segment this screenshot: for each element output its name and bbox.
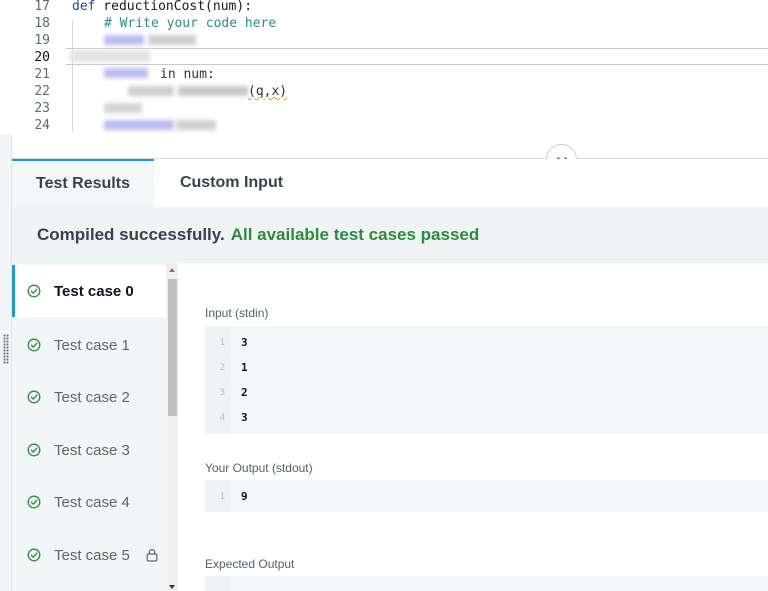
line-number: 20	[34, 50, 50, 65]
blurred-code	[148, 35, 196, 45]
resize-strip[interactable]	[0, 134, 12, 591]
line-number: 3	[219, 387, 225, 398]
test-case-item[interactable]: Test case 5	[12, 529, 166, 581]
case-list-scrollbar[interactable]	[166, 263, 178, 591]
input-value: 3	[241, 336, 248, 349]
line-number: 18	[34, 16, 50, 31]
expected-output-label: Expected Output	[205, 557, 295, 571]
blurred-code	[104, 120, 174, 130]
line-number: 4	[219, 412, 225, 423]
check-circle-icon	[27, 495, 41, 509]
test-case-label: Test case 5	[54, 546, 130, 564]
line-number: 23	[34, 101, 50, 116]
test-case-list: Test case 0 Test case 1 Test case 2 Test…	[12, 263, 166, 591]
blurred-code	[178, 86, 248, 96]
code-line[interactable]: (q,x)	[248, 83, 287, 100]
blurred-code	[104, 103, 142, 113]
line-number: 19	[34, 33, 50, 48]
input-value: 2	[241, 386, 248, 399]
check-circle-icon	[27, 284, 41, 298]
scroll-up-icon[interactable]	[169, 268, 175, 272]
blurred-code	[128, 86, 174, 96]
line-number: 1	[219, 337, 225, 348]
input-label: Input (stdin)	[205, 306, 269, 320]
status-banner: Compiled successfully. All available tes…	[12, 207, 768, 263]
line-number: 2	[219, 362, 225, 373]
line-number: 21	[34, 67, 50, 82]
test-case-item[interactable]: Test case 1	[12, 319, 166, 371]
code-line[interactable]: def reductionCost(num):	[72, 0, 252, 15]
drag-handle-icon[interactable]	[3, 334, 9, 364]
line-number: 1	[219, 491, 225, 502]
blurred-code	[104, 35, 144, 45]
lock-icon	[146, 549, 158, 562]
blurred-code	[176, 120, 216, 130]
indent-guide	[72, 20, 73, 132]
test-case-detail: Input (stdin) 1 3 2 1 3 2 4 3 Your Outpu…	[178, 263, 768, 591]
test-case-item[interactable]: Test case 4	[12, 476, 166, 528]
test-case-label: Test case 0	[54, 282, 134, 300]
your-output-block: 1 9	[205, 480, 768, 512]
keyword: def	[72, 0, 96, 14]
code-line[interactable]: in num:	[160, 66, 215, 83]
tab-test-results[interactable]: Test Results	[12, 159, 154, 207]
check-circle-icon	[27, 548, 41, 562]
input-row: 4 3	[205, 405, 768, 430]
line-number: 24	[34, 118, 50, 133]
code-editor[interactable]: 17 18 19 20 21 22 23 24 def reductionCos…	[0, 0, 768, 134]
passed-message: All available test cases passed	[230, 225, 480, 244]
output-row: 1 9	[205, 484, 768, 509]
scroll-down-icon[interactable]	[169, 585, 175, 589]
input-row: 2 1	[205, 355, 768, 380]
input-row: 1 3	[205, 330, 768, 355]
input-value: 1	[241, 361, 248, 374]
function-signature: reductionCost(num):	[95, 0, 253, 14]
expected-output-block	[205, 576, 768, 591]
input-value: 3	[241, 411, 248, 424]
output-value: 9	[241, 490, 248, 503]
check-circle-icon	[27, 390, 41, 404]
tab-custom-input[interactable]: Custom Input	[154, 159, 309, 207]
test-case-label: Test case 1	[54, 336, 130, 354]
test-case-item[interactable]: Test case 3	[12, 424, 166, 476]
compiled-message: Compiled successfully.	[37, 225, 225, 244]
your-output-label: Your Output (stdout)	[205, 461, 313, 475]
test-case-item[interactable]: Test case 2	[12, 371, 166, 423]
line-number-column	[205, 576, 231, 591]
code-line[interactable]: # Write your code here	[104, 15, 276, 32]
test-case-label: Test case 4	[54, 493, 130, 511]
input-block: 1 3 2 1 3 2 4 3	[205, 326, 768, 434]
scroll-thumb[interactable]	[168, 279, 177, 416]
check-circle-icon	[27, 443, 41, 457]
line-number: 22	[34, 84, 50, 99]
test-case-label: Test case 2	[54, 388, 130, 406]
code-comment: # Write your code here	[104, 16, 277, 31]
blurred-code	[104, 68, 148, 78]
active-line-highlight	[66, 48, 768, 65]
test-case-label: Test case 3	[54, 441, 130, 459]
result-tabs: Test Results Custom Input	[12, 159, 768, 207]
input-row: 3 2	[205, 380, 768, 405]
check-circle-icon	[27, 338, 41, 352]
blurred-code	[70, 50, 150, 62]
test-case-item[interactable]: Test case 0	[12, 265, 166, 317]
line-number: 17	[34, 0, 50, 14]
